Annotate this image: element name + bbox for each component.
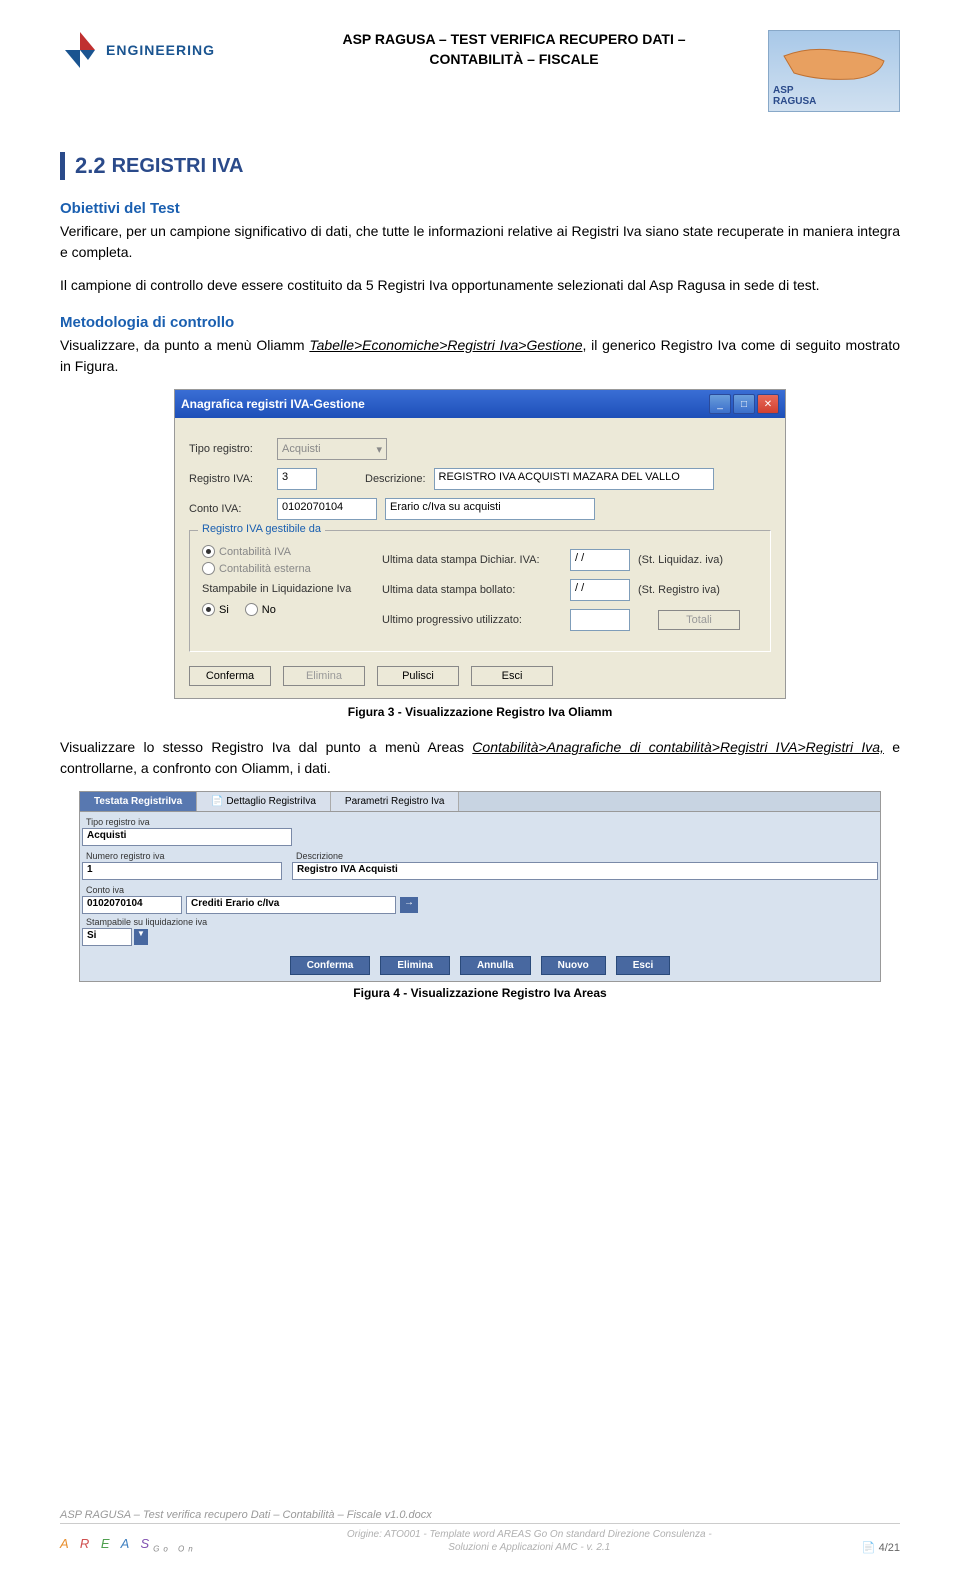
logo-engineering: ENGINEERING	[60, 30, 260, 70]
document-icon: 📄	[862, 1542, 876, 1554]
descrizione-input[interactable]: REGISTRO IVA ACQUISTI MAZARA DEL VALLO	[434, 468, 714, 490]
obiettivi-p1: Verificare, per un campione significativ…	[60, 221, 900, 263]
radio-si[interactable]: Si	[202, 603, 229, 616]
tipo-registro-select[interactable]: Acquisti▾	[277, 438, 387, 460]
registro-iva-input[interactable]: 3	[277, 468, 317, 490]
radio-contabilita-esterna[interactable]: Contabilità esterna	[202, 562, 362, 575]
para-areas: Visualizzare lo stesso Registro Iva dal …	[60, 737, 900, 779]
areas-nuovo-button[interactable]: Nuovo	[541, 956, 606, 975]
progressivo-input[interactable]	[570, 609, 630, 631]
logo-icon	[60, 30, 100, 70]
chevron-down-icon: ▾	[376, 443, 382, 456]
document-icon: 📄	[211, 796, 223, 807]
areas-logo: A R E A SGo On	[60, 1536, 197, 1554]
data-dichiar-input[interactable]: / /	[570, 549, 630, 571]
conto-iva-desc: Erario c/Iva su acquisti	[385, 498, 595, 520]
pulisci-button[interactable]: Pulisci	[377, 666, 459, 686]
obiettivi-p2: Il campione di controllo deve essere cos…	[60, 275, 900, 296]
obiettivi-heading: Obiettivi del Test	[60, 200, 900, 217]
areas-conto-desc: Crediti Erario c/Iva	[186, 896, 396, 914]
areas-window: Testata RegistriIva 📄 Dettaglio Registri…	[79, 791, 881, 982]
tab-dettaglio[interactable]: 📄 Dettaglio RegistriIva	[197, 792, 331, 811]
header-title: ASP RAGUSA – TEST VERIFICA RECUPERO DATI…	[260, 30, 768, 69]
areas-esci-button[interactable]: Esci	[616, 956, 671, 975]
arrow-right-icon[interactable]: →	[400, 897, 418, 913]
registro-gestibile-fieldset: Registro IVA gestibile da Contabilità IV…	[189, 530, 771, 652]
areas-descrizione-input[interactable]: Registro IVA Acquisti	[292, 862, 878, 880]
asp-ragusa-badge: ASPRAGUSA	[768, 30, 900, 112]
metodologia-heading: Metodologia di controllo	[60, 314, 900, 331]
section-heading: 2.2 REGISTRI IVA	[60, 152, 900, 180]
tab-testata[interactable]: Testata RegistriIva	[80, 792, 197, 811]
page-footer: ASP RAGUSA – Test verifica recupero Dati…	[60, 1509, 900, 1554]
areas-stampabile-input[interactable]: Si	[82, 928, 132, 946]
figure3-caption: Figura 3 - Visualizzazione Registro Iva …	[60, 705, 900, 719]
maximize-icon[interactable]: □	[733, 394, 755, 414]
page-number: 📄 4/21	[862, 1541, 900, 1554]
totali-button[interactable]: Totali	[658, 610, 740, 630]
data-bollato-input[interactable]: / /	[570, 579, 630, 601]
window-titlebar: Anagrafica registri IVA-Gestione _ □ ✕	[175, 390, 785, 418]
window-title: Anagrafica registri IVA-Gestione	[181, 397, 365, 411]
areas-conto-input[interactable]: 0102070104	[82, 896, 182, 914]
conferma-button[interactable]: Conferma	[189, 666, 271, 686]
areas-conferma-button[interactable]: Conferma	[290, 956, 371, 975]
chevron-down-icon[interactable]: ▼	[134, 929, 148, 945]
metodologia-p1: Visualizzare, da punto a menù Oliamm Tab…	[60, 335, 900, 377]
areas-annulla-button[interactable]: Annulla	[460, 956, 531, 975]
areas-elimina-button[interactable]: Elimina	[380, 956, 450, 975]
conto-iva-input[interactable]: 0102070104	[277, 498, 377, 520]
radio-contabilita-iva[interactable]: Contabilità IVA	[202, 545, 362, 558]
oliamm-window: Anagrafica registri IVA-Gestione _ □ ✕ T…	[174, 389, 786, 699]
figure4-caption: Figura 4 - Visualizzazione Registro Iva …	[60, 986, 900, 1000]
page-header: ENGINEERING ASP RAGUSA – TEST VERIFICA R…	[60, 30, 900, 112]
logo-text: ENGINEERING	[106, 42, 215, 58]
esci-button[interactable]: Esci	[471, 666, 553, 686]
tab-parametri[interactable]: Parametri Registro Iva	[331, 792, 459, 811]
areas-numero-input[interactable]: 1	[82, 862, 282, 880]
close-icon[interactable]: ✕	[757, 394, 779, 414]
elimina-button[interactable]: Elimina	[283, 666, 365, 686]
areas-tipo-input[interactable]: Acquisti	[82, 828, 292, 846]
minimize-icon[interactable]: _	[709, 394, 731, 414]
radio-no[interactable]: No	[245, 603, 276, 616]
